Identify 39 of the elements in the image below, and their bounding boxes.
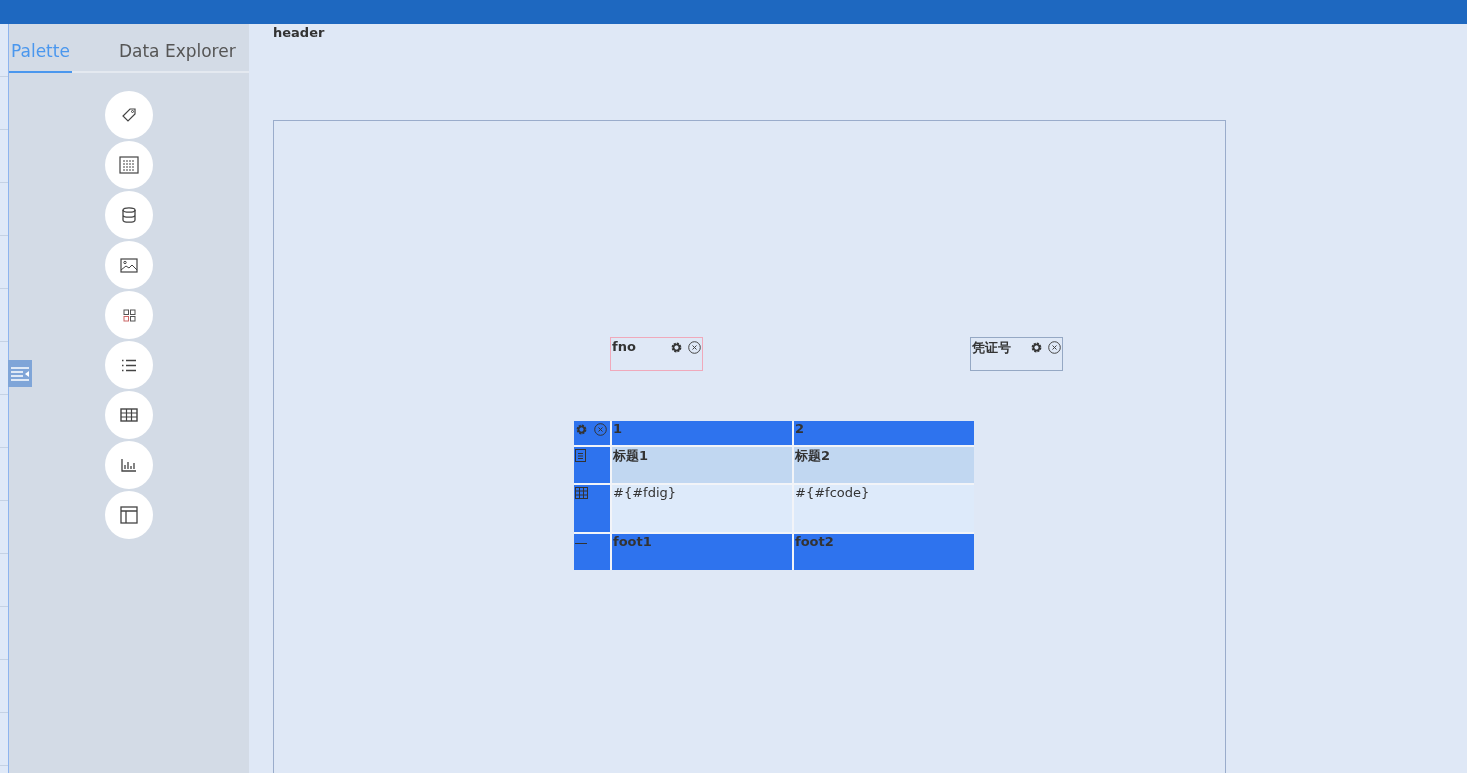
table-cell: #{#fdig}: [612, 485, 792, 532]
palette-item[interactable]: [105, 91, 153, 139]
field-label: 凭证号: [972, 339, 1012, 357]
tag-icon: [121, 107, 137, 123]
table-cell: 标题1: [612, 447, 792, 483]
bar-chart-icon: [121, 458, 137, 472]
close-icon[interactable]: [1048, 341, 1061, 354]
palette-item[interactable]: [105, 141, 153, 189]
collapse-panel-button[interactable]: [8, 360, 32, 387]
grid-icon: [122, 308, 136, 322]
table-cell: 1: [612, 421, 792, 445]
palette-item[interactable]: [105, 291, 153, 339]
table-icon: [120, 408, 138, 422]
band-title: header: [273, 24, 325, 40]
layout-icon: [120, 506, 138, 524]
table-icon: [575, 487, 588, 499]
palette-item[interactable]: [105, 441, 153, 489]
field-label: fno: [612, 339, 637, 354]
table-cell: foot2: [794, 534, 974, 570]
table-list-icon: [119, 156, 139, 174]
close-icon[interactable]: [688, 341, 701, 354]
list-icon: [121, 358, 137, 372]
palette-item[interactable]: [105, 491, 153, 539]
palette-item[interactable]: [105, 241, 153, 289]
table-cell: 2: [794, 421, 974, 445]
panel-tab[interactable]: Data Explorer: [116, 41, 238, 73]
database-icon: [122, 207, 136, 223]
settings-icon[interactable]: [1030, 341, 1043, 354]
dash-icon: [575, 542, 587, 545]
table-cell: 标题2: [794, 447, 974, 483]
table-cell: foot1: [612, 534, 792, 570]
table-cell: #{#fcode}: [794, 485, 974, 532]
settings-icon[interactable]: [670, 341, 683, 354]
palette-item[interactable]: [105, 191, 153, 239]
palette-item[interactable]: [105, 391, 153, 439]
text-field-element[interactable]: 凭证号: [970, 337, 1063, 371]
image-icon: [120, 257, 138, 273]
document-icon: [575, 449, 586, 462]
text-field-element[interactable]: fno: [610, 337, 703, 371]
